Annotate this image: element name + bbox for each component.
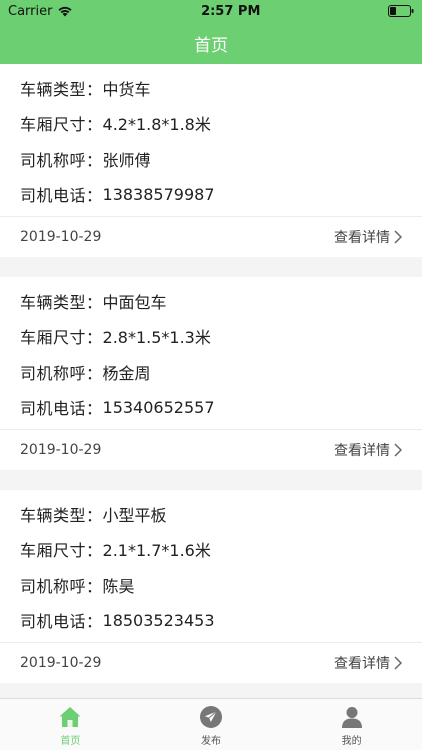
view-details-button[interactable]: 查看详情 [334,653,402,673]
status-bar: Carrier 2:57 PM [0,0,422,22]
driver-name-row: 司机称呼： 陈昊 [20,567,402,603]
driver-phone-label: 司机电话： [20,612,103,632]
card-date: 2019-10-29 [20,442,102,458]
card-footer: 2019-10-29 查看详情 [0,429,422,470]
tab-publish-label: 发布 [201,735,221,747]
card-body: 车辆类型： 中面包车 车厢尺寸： 2.8*1.5*1.3米 司机称呼： 杨金周 … [0,277,422,429]
chevron-right-icon [394,230,402,244]
app-header: Carrier 2:57 PM 首页 [0,0,422,64]
driver-phone-row: 司机电话： 13838579987 [20,177,402,213]
tab-publish[interactable]: 发布 [141,699,282,750]
driver-name-value: 杨金周 [102,363,151,383]
view-details-button[interactable]: 查看详情 [334,227,402,247]
status-time: 2:57 PM [201,3,261,19]
driver-name-row: 司机称呼： 张师傅 [20,141,402,177]
chevron-right-icon [394,443,402,457]
vehicle-type-label: 车辆类型： [20,505,103,525]
driver-phone-label: 司机电话： [20,399,103,419]
driver-phone-value: 15340652557 [102,397,215,417]
view-details-button[interactable]: 查看详情 [334,440,402,460]
vehicle-type-row: 车辆类型： 中货车 [20,70,402,106]
cargo-size-row: 车厢尺寸： 4.2*1.8*1.8米 [20,106,402,142]
carrier-label: Carrier [8,3,53,19]
user-icon [341,706,362,728]
vehicle-type-value: 中面包车 [102,292,167,312]
driver-name-label: 司机称呼： [20,150,103,170]
battery-icon [387,5,414,17]
wifi-icon [58,6,73,17]
cargo-size-label: 车厢尺寸： [20,115,103,135]
cargo-size-label: 车厢尺寸： [20,541,103,561]
driver-name-label: 司机称呼： [20,576,103,596]
driver-name-value: 陈昊 [102,576,135,596]
status-left: Carrier [8,4,73,19]
vehicle-card: 车辆类型： 中面包车 车厢尺寸： 2.8*1.5*1.3米 司机称呼： 杨金周 … [0,277,422,470]
chevron-right-icon [394,656,402,670]
view-details-label: 查看详情 [334,230,390,246]
tab-home-label: 首页 [60,735,81,747]
cargo-size-value: 4.2*1.8*1.8米 [102,115,211,135]
card-body: 车辆类型： 小型平板 车厢尺寸： 2.1*1.7*1.6米 司机称呼： 陈昊 司… [0,490,422,642]
driver-phone-label: 司机电话： [20,186,103,206]
page-title: 首页 [194,35,228,56]
order-list[interactable]: 车辆类型： 中货车 车厢尺寸： 4.2*1.8*1.8米 司机称呼： 张师傅 司… [0,64,422,698]
cargo-size-value: 2.1*1.7*1.6米 [102,541,211,561]
view-details-label: 查看详情 [334,656,390,672]
driver-phone-row: 司机电话： 18503523453 [20,603,402,639]
vehicle-type-row: 车辆类型： 中面包车 [20,283,402,319]
cargo-size-row: 车厢尺寸： 2.1*1.7*1.6米 [20,532,402,568]
card-footer: 2019-10-29 查看详情 [0,216,422,257]
driver-phone-value: 18503523453 [102,610,215,630]
tab-bar: 首页 发布 我的 [0,698,422,750]
driver-name-value: 张师傅 [102,150,151,170]
vehicle-type-label: 车辆类型： [20,292,103,312]
vehicle-type-value: 中货车 [102,79,151,99]
vehicle-card: 车辆类型： 小型平板 车厢尺寸： 2.1*1.7*1.6米 司机称呼： 陈昊 司… [0,490,422,683]
vehicle-card: 车辆类型： 中货车 车厢尺寸： 4.2*1.8*1.8米 司机称呼： 张师傅 司… [0,64,422,257]
tab-profile-label: 我的 [341,735,362,747]
cargo-size-value: 2.8*1.5*1.3米 [102,328,211,348]
driver-phone-row: 司机电话： 15340652557 [20,390,402,426]
view-details-label: 查看详情 [334,443,390,459]
cargo-size-label: 车厢尺寸： [20,328,103,348]
card-footer: 2019-10-29 查看详情 [0,642,422,683]
driver-name-row: 司机称呼： 杨金周 [20,354,402,390]
card-body: 车辆类型： 中货车 车厢尺寸： 4.2*1.8*1.8米 司机称呼： 张师傅 司… [0,64,422,216]
vehicle-type-label: 车辆类型： [20,79,103,99]
vehicle-type-row: 车辆类型： 小型平板 [20,496,402,532]
tab-profile[interactable]: 我的 [281,699,422,750]
driver-name-label: 司机称呼： [20,363,103,383]
driver-phone-value: 13838579987 [102,184,215,204]
cargo-size-row: 车厢尺寸： 2.8*1.5*1.3米 [20,319,402,355]
send-icon [200,705,222,728]
card-date: 2019-10-29 [20,229,102,245]
vehicle-type-value: 小型平板 [102,505,167,525]
card-date: 2019-10-29 [20,655,102,671]
home-icon [59,706,81,727]
tab-home[interactable]: 首页 [0,699,141,750]
